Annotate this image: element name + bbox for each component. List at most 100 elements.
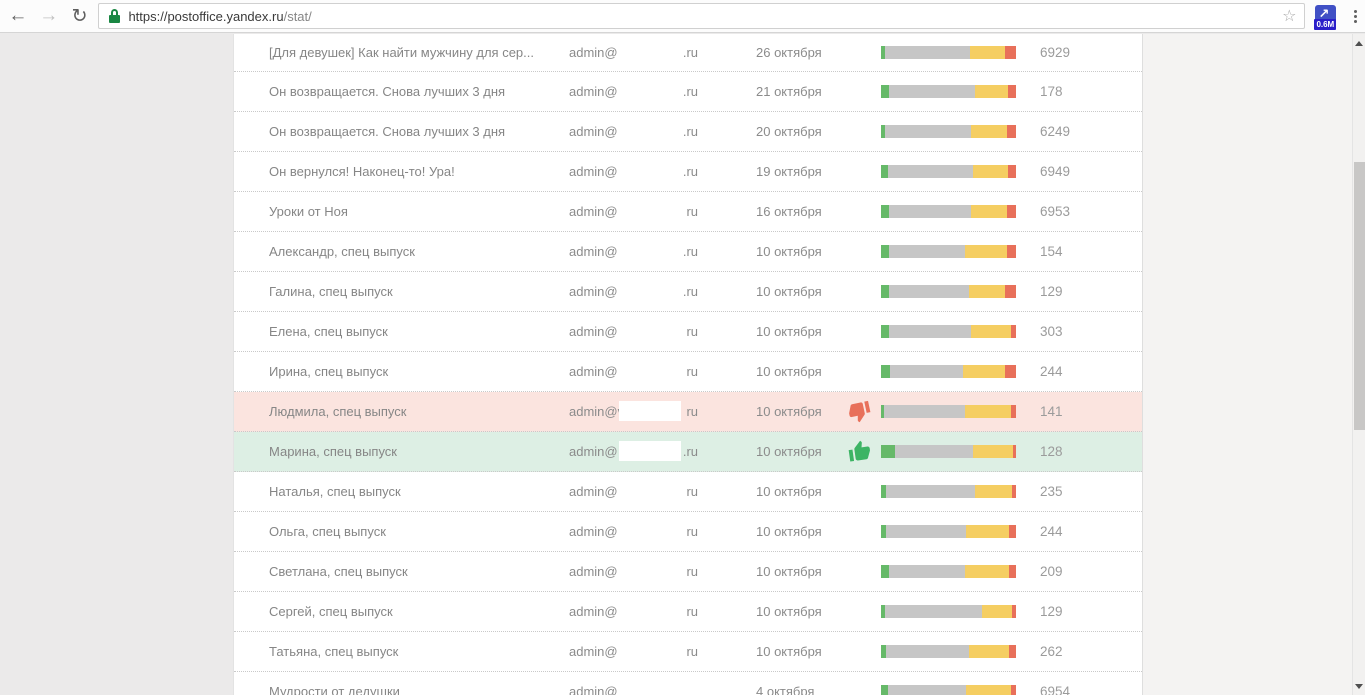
recipient-count: 244 [1040, 364, 1063, 379]
sender-email: admin@.ru [569, 164, 698, 179]
recipient-count: 6249 [1040, 124, 1070, 139]
send-date: 26 октября [756, 45, 848, 60]
thumb-placeholder [848, 319, 881, 345]
bar-segment-yellow [973, 165, 1008, 178]
table-row[interactable]: [Для девушек] Как найти мужчину для сер.… [234, 34, 1142, 72]
delivery-stats-bar[interactable] [881, 685, 1016, 695]
email-prefix: admin@ [569, 684, 618, 695]
email-suffix: .ru [683, 45, 698, 60]
delivery-stats-bar[interactable] [881, 605, 1016, 618]
table-row[interactable]: Он вернулся! Наконец-то! Ура!admin@.ru19… [234, 152, 1142, 192]
campaign-subject: Ирина, спец выпуск [234, 364, 569, 379]
page-background: [Для девушек] Как найти мужчину для сер.… [0, 34, 1365, 695]
email-suffix: ru [686, 364, 698, 379]
table-row[interactable]: Уроки от Нояadmin@ru16 октября6953 [234, 192, 1142, 232]
recipient-count: 303 [1040, 324, 1063, 339]
reload-button[interactable]: ↻ [67, 2, 93, 30]
bar-segment-green [881, 85, 889, 98]
thumb-placeholder [848, 479, 881, 505]
table-row[interactable]: Галина, спец выпускadmin@.ru10 октября12… [234, 272, 1142, 312]
email-suffix: ru [686, 404, 698, 419]
delivery-stats-bar[interactable] [881, 405, 1016, 418]
delivery-stats-bar[interactable] [881, 285, 1016, 298]
thumb-placeholder [848, 239, 881, 265]
delivery-stats-bar[interactable] [881, 325, 1016, 338]
browser-menu-button[interactable] [1347, 4, 1365, 28]
delivery-stats-bar[interactable] [881, 525, 1016, 538]
delivery-stats-bar[interactable] [881, 365, 1016, 378]
address-bar[interactable]: https://postoffice.yandex.ru/stat/ ☆ [98, 3, 1305, 29]
recipient-count: 209 [1040, 564, 1063, 579]
bar-segment-gray [889, 205, 971, 218]
table-row[interactable]: Светлана, спец выпускadmin@ru10 октября2… [234, 552, 1142, 592]
scroll-up-arrow-icon[interactable] [1353, 36, 1365, 50]
thumb-placeholder [848, 519, 881, 545]
delivery-stats-bar[interactable] [881, 445, 1016, 458]
recipient-count: 235 [1040, 484, 1063, 499]
thumb-up-icon [848, 439, 881, 465]
email-suffix: .ru [683, 444, 698, 459]
bar-segment-yellow [966, 525, 1009, 538]
campaign-table: [Для девушек] Как найти мужчину для сер.… [233, 34, 1143, 695]
delivery-stats-bar[interactable] [881, 165, 1016, 178]
delivery-stats-bar[interactable] [881, 125, 1016, 138]
bar-segment-gray [885, 46, 970, 59]
scrollbar-thumb[interactable] [1354, 162, 1365, 430]
delivery-stats-bar[interactable] [881, 245, 1016, 258]
send-date: 10 октября [756, 524, 848, 539]
delivery-stats-bar[interactable] [881, 85, 1016, 98]
extension-button[interactable]: ↗ 0.6M [1314, 4, 1336, 28]
thumb-placeholder [848, 40, 881, 66]
email-prefix: admin@ [569, 524, 618, 539]
table-row[interactable]: Елена, спец выпускadmin@ru10 октября303 [234, 312, 1142, 352]
sender-email: admin@ru [569, 564, 698, 579]
bar-segment-yellow [975, 485, 1011, 498]
table-row[interactable]: Татьяна, спец выпускadmin@ru10 октября26… [234, 632, 1142, 672]
campaign-subject: Татьяна, спец выпуск [234, 644, 569, 659]
email-suffix: .ru [683, 284, 698, 299]
campaign-subject: Сергей, спец выпуск [234, 604, 569, 619]
bar-segment-green [881, 245, 889, 258]
secure-lock-icon [109, 9, 120, 23]
bar-segment-yellow [969, 645, 1010, 658]
table-row[interactable]: Марина, спец выпускadmin@.ru10 октября12… [234, 432, 1142, 472]
bar-segment-gray [889, 85, 975, 98]
table-row[interactable]: Александр, спец выпускadmin@.ru10 октябр… [234, 232, 1142, 272]
email-prefix: admin@ [569, 644, 618, 659]
bookmark-star-icon[interactable]: ☆ [1282, 8, 1296, 26]
send-date: 10 октября [756, 364, 848, 379]
sender-email: admin@vru [569, 404, 698, 419]
table-row[interactable]: Людмила, спец выпускadmin@vru10 октября1… [234, 392, 1142, 432]
bar-segment-red [1011, 405, 1016, 418]
sender-email: admin@.ru [569, 244, 698, 259]
email-suffix: .ru [683, 164, 698, 179]
delivery-stats-bar[interactable] [881, 205, 1016, 218]
delivery-stats-bar[interactable] [881, 485, 1016, 498]
vertical-scrollbar[interactable] [1352, 34, 1365, 695]
table-row[interactable]: Ирина, спец выпускadmin@ru10 октября244 [234, 352, 1142, 392]
sender-email: admin@ru [569, 604, 698, 619]
delivery-stats-bar[interactable] [881, 565, 1016, 578]
delivery-stats-bar[interactable] [881, 46, 1016, 59]
table-row[interactable]: Он возвращается. Снова лучших 3 дняadmin… [234, 72, 1142, 112]
bar-segment-red [1007, 125, 1016, 138]
table-row[interactable]: Наталья, спец выпускadmin@ru10 октября23… [234, 472, 1142, 512]
bar-segment-red [1012, 605, 1016, 618]
thumb-placeholder [848, 559, 881, 585]
forward-button[interactable]: → [36, 2, 62, 30]
delivery-stats-bar[interactable] [881, 645, 1016, 658]
back-button[interactable]: ← [5, 2, 31, 30]
table-row[interactable]: Ольга, спец выпускadmin@ru10 октября244 [234, 512, 1142, 552]
scroll-down-arrow-icon[interactable] [1353, 679, 1365, 693]
thumb-placeholder [848, 199, 881, 225]
send-date: 19 октября [756, 164, 848, 179]
email-prefix: admin@ [569, 604, 618, 619]
table-row[interactable]: Сергей, спец выпускadmin@ru10 октября129 [234, 592, 1142, 632]
table-row[interactable]: Мудрости от дедушкиadmin@4 октября6954 [234, 672, 1142, 695]
table-row[interactable]: Он возвращается. Снова лучших 3 дняadmin… [234, 112, 1142, 152]
email-suffix: ru [686, 524, 698, 539]
sender-email: admin@ru [569, 204, 698, 219]
bar-segment-gray [888, 685, 966, 695]
bar-segment-yellow [971, 125, 1006, 138]
thumb-placeholder [848, 359, 881, 385]
